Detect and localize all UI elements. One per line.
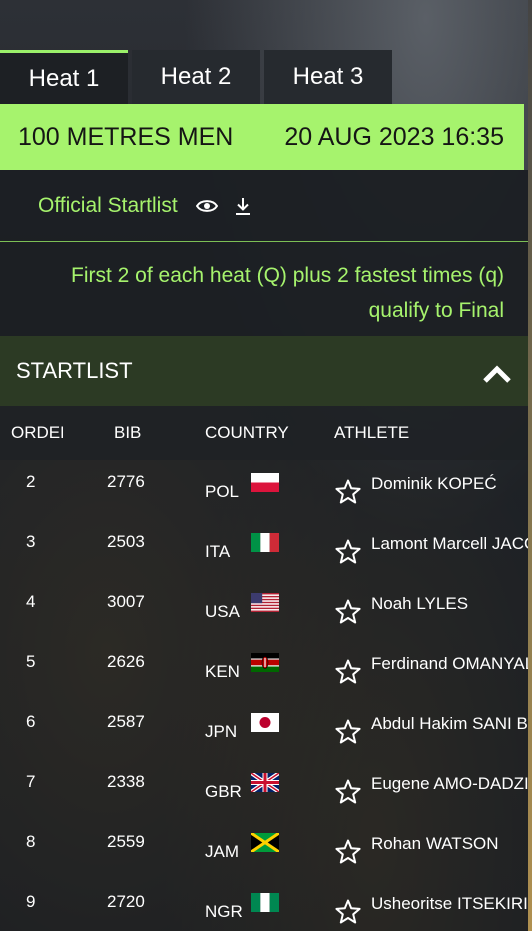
order-cell: 2 [26, 472, 36, 491]
athlete-name[interactable]: Eugene AMO-DADZIE [371, 754, 528, 814]
bib-cell: 3007 [107, 592, 145, 611]
pol-flag-icon [251, 452, 279, 512]
athlete-name[interactable]: Ferdinand OMANYALA [371, 634, 528, 694]
qualification-rule: First 2 of each heat (Q) plus 2 fastest … [0, 242, 528, 338]
country-cell: NGR [205, 902, 243, 921]
jpn-flag-icon [251, 692, 279, 752]
athlete-name[interactable]: Rohan WATSON [371, 814, 528, 874]
favorite-star-icon[interactable] [334, 462, 362, 522]
bib-cell: 2626 [107, 652, 145, 671]
official-startlist-label[interactable]: Official Startlist [38, 194, 178, 218]
order-cell: 7 [26, 772, 36, 791]
favorite-star-icon[interactable] [334, 702, 362, 762]
column-header-country: COUNTRY [205, 423, 289, 442]
country-cell: JAM [205, 842, 239, 861]
table-row: 5 2626 KEN Ferdinand OMANYALA [0, 640, 528, 700]
qualification-line-1: First 2 of each heat (Q) plus 2 fastest … [71, 264, 504, 287]
favorite-star-icon[interactable] [334, 882, 362, 931]
table-row: 4 3007 USA Noah LYLES [0, 580, 528, 640]
usa-flag-icon [251, 572, 279, 632]
country-cell: JPN [205, 722, 238, 741]
startlist-section-header[interactable]: STARTLIST [0, 336, 528, 406]
order-cell: 6 [26, 712, 36, 731]
country-cell: KEN [205, 662, 240, 681]
order-cell: 8 [26, 832, 36, 851]
event-header: 100 METRES MEN 20 AUG 2023 16:35 [0, 104, 524, 170]
order-cell: 4 [26, 592, 36, 611]
bib-cell: 2503 [107, 532, 145, 551]
tab-heat-1[interactable]: Heat 1 [0, 50, 128, 104]
favorite-star-icon[interactable] [334, 762, 362, 822]
bib-cell: 2720 [107, 892, 145, 911]
eye-icon[interactable] [195, 198, 218, 214]
jam-flag-icon [251, 812, 279, 872]
column-header-bib: BIB [114, 423, 142, 442]
ita-flag-icon [251, 512, 279, 572]
official-startlist-row: Official Startlist [0, 170, 528, 242]
athlete-name[interactable]: Lamont Marcell JACOBS [371, 514, 528, 574]
table-row: 8 2559 JAM Rohan WATSON [0, 820, 528, 880]
event-datetime: 20 AUG 2023 16:35 [284, 122, 504, 151]
order-cell: 3 [26, 532, 36, 551]
bib-cell: 2776 [107, 472, 145, 491]
column-header-order: ORDER [11, 423, 63, 442]
athlete-name[interactable]: Dominik KOPEĆ [371, 454, 528, 514]
startlist-table: ORDER BIB COUNTRY ATHLETE 2 2776 POL Dom… [0, 406, 528, 931]
country-cell: USA [205, 602, 240, 621]
table-row: 7 2338 GBR Eugene AMO-DADZIE [0, 760, 528, 820]
section-title: STARTLIST [16, 358, 133, 383]
ngr-flag-icon [251, 872, 279, 931]
qualification-line-2: qualify to Final [368, 299, 504, 322]
athlete-name[interactable]: Abdul Hakim SANI BROWN [371, 694, 528, 754]
bib-cell: 2338 [107, 772, 145, 791]
chevron-up-icon[interactable] [482, 363, 512, 393]
favorite-star-icon[interactable] [334, 522, 362, 582]
bib-cell: 2587 [107, 712, 145, 731]
gbr-flag-icon [251, 752, 279, 812]
download-icon[interactable] [234, 196, 252, 216]
order-cell: 9 [26, 892, 36, 911]
heat-tabs: Heat 1 Heat 2 Heat 3 [0, 50, 396, 104]
table-row: 9 2720 NGR Usheoritse ITSEKIRI [0, 880, 528, 931]
results-panel: Heat 1 Heat 2 Heat 3 100 METRES MEN 20 A… [0, 0, 528, 931]
athlete-name[interactable]: Noah LYLES [371, 574, 528, 634]
country-cell: ITA [205, 542, 231, 561]
bib-cell: 2559 [107, 832, 145, 851]
tab-heat-3[interactable]: Heat 3 [264, 50, 392, 104]
event-name: 100 METRES MEN [18, 122, 234, 151]
background-edge [528, 0, 532, 931]
country-cell: POL [205, 482, 240, 501]
favorite-star-icon[interactable] [334, 822, 362, 882]
table-row: 2 2776 POL Dominik KOPEĆ [0, 460, 528, 520]
athlete-name[interactable]: Usheoritse ITSEKIRI [371, 874, 528, 931]
column-header-athlete: ATHLETE [334, 423, 410, 442]
ken-flag-icon [251, 632, 279, 692]
tab-heat-2[interactable]: Heat 2 [132, 50, 260, 104]
favorite-star-icon[interactable] [334, 642, 362, 702]
country-cell: GBR [205, 782, 242, 801]
favorite-star-icon[interactable] [334, 582, 362, 642]
table-row: 3 2503 ITA Lamont Marcell JACOBS [0, 520, 528, 580]
table-row: 6 2587 JPN Abdul Hakim SANI BROWN [0, 700, 528, 760]
order-cell: 5 [26, 652, 36, 671]
